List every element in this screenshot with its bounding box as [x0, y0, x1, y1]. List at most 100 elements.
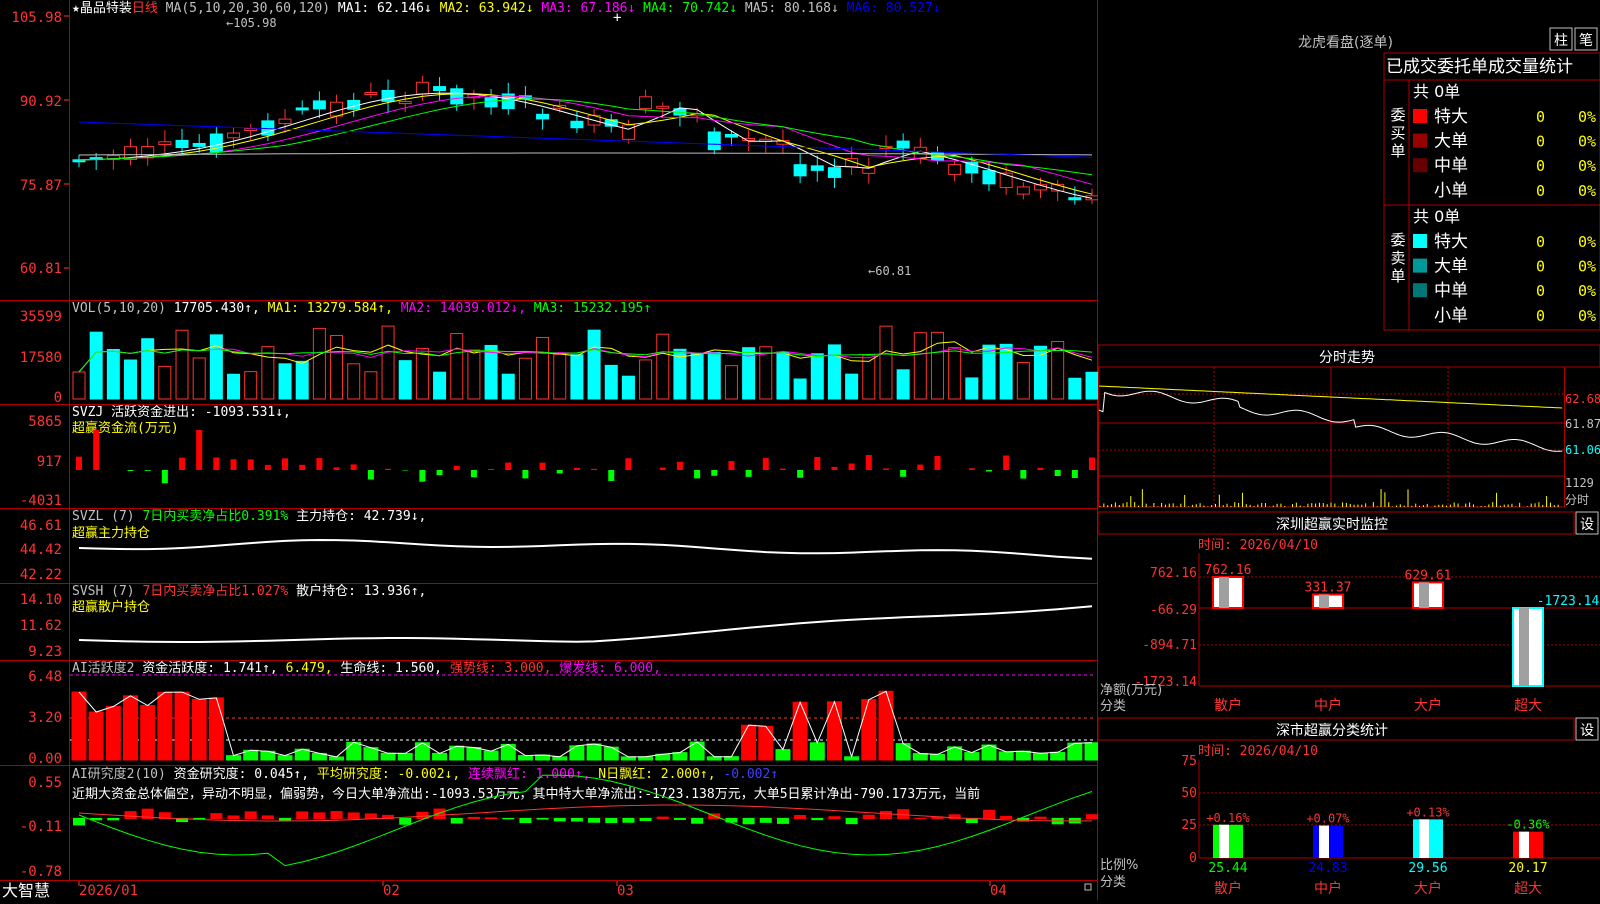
- intraday-volume: [1100, 489, 1558, 507]
- intraday-title: 分时走势: [1319, 350, 1375, 366]
- row-pct: 0%: [1578, 258, 1596, 276]
- svzj-bar: [334, 467, 340, 470]
- vol-y-axis: 35599 17580 0: [20, 309, 62, 406]
- row-count: 0: [1536, 133, 1545, 151]
- row-count: 0: [1536, 233, 1545, 251]
- monitor-value: -1723.14: [1537, 594, 1600, 609]
- candle-body: [794, 165, 806, 176]
- header-part: 资金研究度: 0.045↑,: [166, 766, 309, 782]
- stock-title: ★晶品特装: [72, 1, 132, 16]
- header-part: SVSH (7): [72, 584, 135, 599]
- volume-bar: [142, 339, 154, 399]
- monitor-value: 331.37: [1305, 581, 1352, 596]
- ai2-bar: [1085, 743, 1098, 760]
- svzj-bar: [179, 458, 185, 470]
- svg-text:-0.11: -0.11: [20, 819, 62, 835]
- monitor-xlabel: 分类: [1100, 699, 1126, 714]
- classify-settings-label: 设: [1580, 723, 1594, 739]
- svzj-bar: [780, 469, 786, 470]
- header-part: AI活跃度2: [72, 660, 134, 676]
- svzj-bar: [437, 470, 443, 475]
- header-part: MA2: 14039.012↓,: [393, 301, 526, 316]
- volume-bar: [228, 374, 240, 399]
- research-bar: [519, 818, 531, 823]
- volume-bar: [828, 345, 840, 399]
- ai2-bar: [433, 753, 447, 760]
- volume-bar: [777, 352, 789, 399]
- svzj-bar: [1003, 456, 1009, 470]
- candle-body: [1017, 187, 1029, 194]
- research-bar: [554, 818, 566, 821]
- candle-body: [983, 171, 995, 184]
- research-bar: [811, 818, 823, 820]
- monitor-bars: 762.16散户331.37中户629.61大户-1723.14超大: [1205, 563, 1600, 714]
- header-part: 强势线: 3.000,: [442, 660, 551, 676]
- row-swatch: [1413, 158, 1427, 172]
- volume-bar: [794, 379, 806, 399]
- app-label: 大智慧: [2, 881, 50, 900]
- volume-bar: [245, 372, 257, 399]
- research-bar: [245, 811, 257, 819]
- research-bar: [434, 809, 446, 819]
- row-pct: 0%: [1578, 282, 1596, 300]
- ai2-bar: [776, 750, 790, 760]
- candle-body: [365, 92, 377, 94]
- classify-change: +0.07%: [1306, 812, 1350, 826]
- volume-bar: [348, 364, 360, 399]
- monitor-bar: [1513, 608, 1543, 686]
- ai2-bar: [570, 746, 584, 760]
- svg-text:917: 917: [37, 454, 62, 470]
- svg-text:1129: 1129: [1565, 476, 1594, 490]
- monitor-settings-label: 设: [1580, 517, 1594, 533]
- ai2-bar: [965, 753, 979, 760]
- svzj-bar: [900, 470, 906, 477]
- volume-bar: [262, 347, 274, 399]
- research-bar: [73, 818, 85, 825]
- candle-body: [828, 168, 840, 178]
- ai2-bar: [587, 744, 601, 760]
- kline-panels[interactable]: 105.98 90.92 75.87 60.81 ★晶品特装日线 MA(5,10…: [0, 0, 1098, 900]
- right-panels: 龙虎看盘(逐单) 柱 笔 已成交委托单成交量统计 委买单 委卖单 共 0单 共 …: [1098, 0, 1600, 900]
- svzj-bar: [591, 469, 597, 470]
- volume-bar: [880, 326, 892, 399]
- svzj-bar: [145, 470, 151, 471]
- ai2-bar: [158, 692, 172, 760]
- volume-bar: [159, 366, 171, 399]
- research-bar: [1000, 816, 1012, 819]
- row-pct: 0%: [1578, 157, 1596, 175]
- svg-text:04: 04: [990, 883, 1007, 899]
- research-bar: [1086, 814, 1098, 819]
- ai2-bar: [141, 706, 155, 760]
- volume-bar: [554, 354, 566, 399]
- ai2-bar: [1033, 753, 1047, 760]
- ai2-bar: [879, 691, 893, 760]
- svzj-bar: [1037, 468, 1043, 470]
- svg-text:9.23: 9.23: [28, 644, 62, 660]
- svg-text:分时: 分时: [1565, 493, 1589, 507]
- volume-bar: [1017, 363, 1029, 399]
- candle-body: [399, 102, 411, 104]
- svzj-bar: [213, 457, 219, 470]
- candle-body: [811, 166, 823, 171]
- classify-xlabel: 分类: [1100, 875, 1126, 890]
- kline-chart-area[interactable]: 105.98 90.92 75.87 60.81 ★晶品特装日线 MA(5,10…: [0, 0, 1098, 900]
- row-pct: 0%: [1578, 133, 1596, 151]
- classify-title: 深市超赢分类统计: [1276, 722, 1388, 739]
- research-bar: [125, 811, 137, 819]
- volume-bar: [519, 358, 531, 399]
- volume-bar: [279, 364, 291, 399]
- volume-bar: [708, 352, 720, 399]
- svzj-bar: [763, 458, 769, 470]
- volume-bar: [588, 330, 600, 399]
- svzj-bar: [454, 466, 460, 470]
- volume-bar: [107, 349, 119, 399]
- x-axis-ticks: [79, 881, 990, 886]
- monitor-category: 中户: [1314, 697, 1342, 714]
- candle-body: [331, 102, 343, 116]
- svzj-bar: [540, 463, 546, 470]
- svzj-bar: [505, 463, 511, 470]
- svzj-bar: [574, 468, 580, 470]
- lock-icon[interactable]: [1085, 884, 1091, 890]
- longhu-title: 龙虎看盘(逐单): [1298, 34, 1393, 51]
- volume-bar: [416, 348, 428, 399]
